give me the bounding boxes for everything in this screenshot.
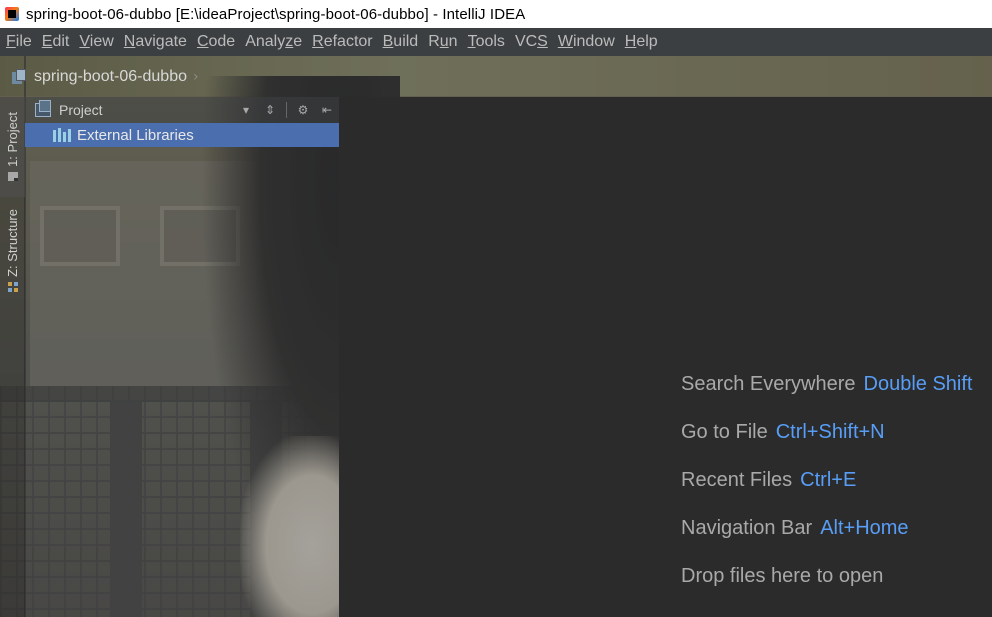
window-title: spring-boot-06-dubbo [E:\ideaProject\spr… xyxy=(26,5,526,23)
menu-window[interactable]: Window xyxy=(555,33,622,51)
intellij-app-icon xyxy=(4,6,20,22)
structure-icon xyxy=(7,281,18,292)
tab-structure-label: Z: Structure xyxy=(5,209,20,277)
editor-area[interactable]: Search Everywhere Double Shift Go to File… xyxy=(339,97,992,617)
collapse-all-icon[interactable]: ⇕ xyxy=(262,103,278,117)
menu-help[interactable]: Help xyxy=(622,33,665,51)
menu-build[interactable]: Build xyxy=(380,33,426,51)
menu-bar: File Edit View Navigate Code Analyze Ref… xyxy=(0,28,992,56)
menu-vcs[interactable]: VCS xyxy=(512,33,555,51)
tree-item-label: External Libraries xyxy=(77,126,194,144)
shortcut-ctrl-shift-n: Ctrl+Shift+N xyxy=(775,421,885,443)
shortcut-ctrl-e: Ctrl+E xyxy=(800,469,857,491)
menu-tools[interactable]: Tools xyxy=(465,33,512,51)
project-tool-window: Project ▾ ⇕ ⚙ ⇤ External Libraries xyxy=(25,97,339,617)
hint-go-to-file: Go to File Ctrl+Shift+N xyxy=(681,421,885,443)
menu-view[interactable]: View xyxy=(76,33,120,51)
project-view-label[interactable]: Project xyxy=(59,102,103,118)
menu-run[interactable]: Run xyxy=(425,33,464,51)
toolbar-divider xyxy=(286,102,287,118)
project-folder-icon xyxy=(10,68,28,85)
shortcut-double-shift: Double Shift xyxy=(863,373,973,395)
tab-project-label: 1: Project xyxy=(5,111,20,167)
folder-icon xyxy=(7,172,18,182)
tree-item-external-libraries[interactable]: External Libraries xyxy=(25,123,339,147)
hint-drop-files: Drop files here to open xyxy=(681,565,884,587)
hint-search-everywhere: Search Everywhere Double Shift xyxy=(681,373,973,395)
tool-window-tab-project[interactable]: 1: Project xyxy=(0,97,25,197)
library-icon xyxy=(53,128,71,142)
project-panel-header: Project ▾ ⇕ ⚙ ⇤ xyxy=(25,97,339,123)
chevron-right-icon: › xyxy=(193,68,199,85)
menu-analyze[interactable]: Analyze xyxy=(242,33,309,51)
hint-navigation-bar: Navigation Bar Alt+Home xyxy=(681,517,909,539)
settings-gear-icon[interactable]: ⚙ xyxy=(295,103,311,117)
menu-navigate[interactable]: Navigate xyxy=(121,33,194,51)
project-view-icon xyxy=(35,100,51,117)
menu-file[interactable]: File xyxy=(3,33,39,51)
hide-panel-icon[interactable]: ⇤ xyxy=(319,103,335,117)
dropdown-arrow-icon[interactable]: ▾ xyxy=(238,103,254,117)
menu-code[interactable]: Code xyxy=(194,33,242,51)
menu-edit[interactable]: Edit xyxy=(39,33,77,51)
menu-refactor[interactable]: Refactor xyxy=(309,33,379,51)
shortcut-alt-home: Alt+Home xyxy=(820,517,909,539)
window-title-bar: spring-boot-06-dubbo [E:\ideaProject\spr… xyxy=(0,0,992,28)
navigation-bar: spring-boot-06-dubbo › xyxy=(0,56,992,97)
left-tool-strip: 1: Project Z: Structure xyxy=(0,97,25,617)
tool-window-tab-structure[interactable]: Z: Structure xyxy=(0,209,25,319)
breadcrumb-project[interactable]: spring-boot-06-dubbo xyxy=(34,68,187,86)
hint-recent-files: Recent Files Ctrl+E xyxy=(681,469,857,491)
